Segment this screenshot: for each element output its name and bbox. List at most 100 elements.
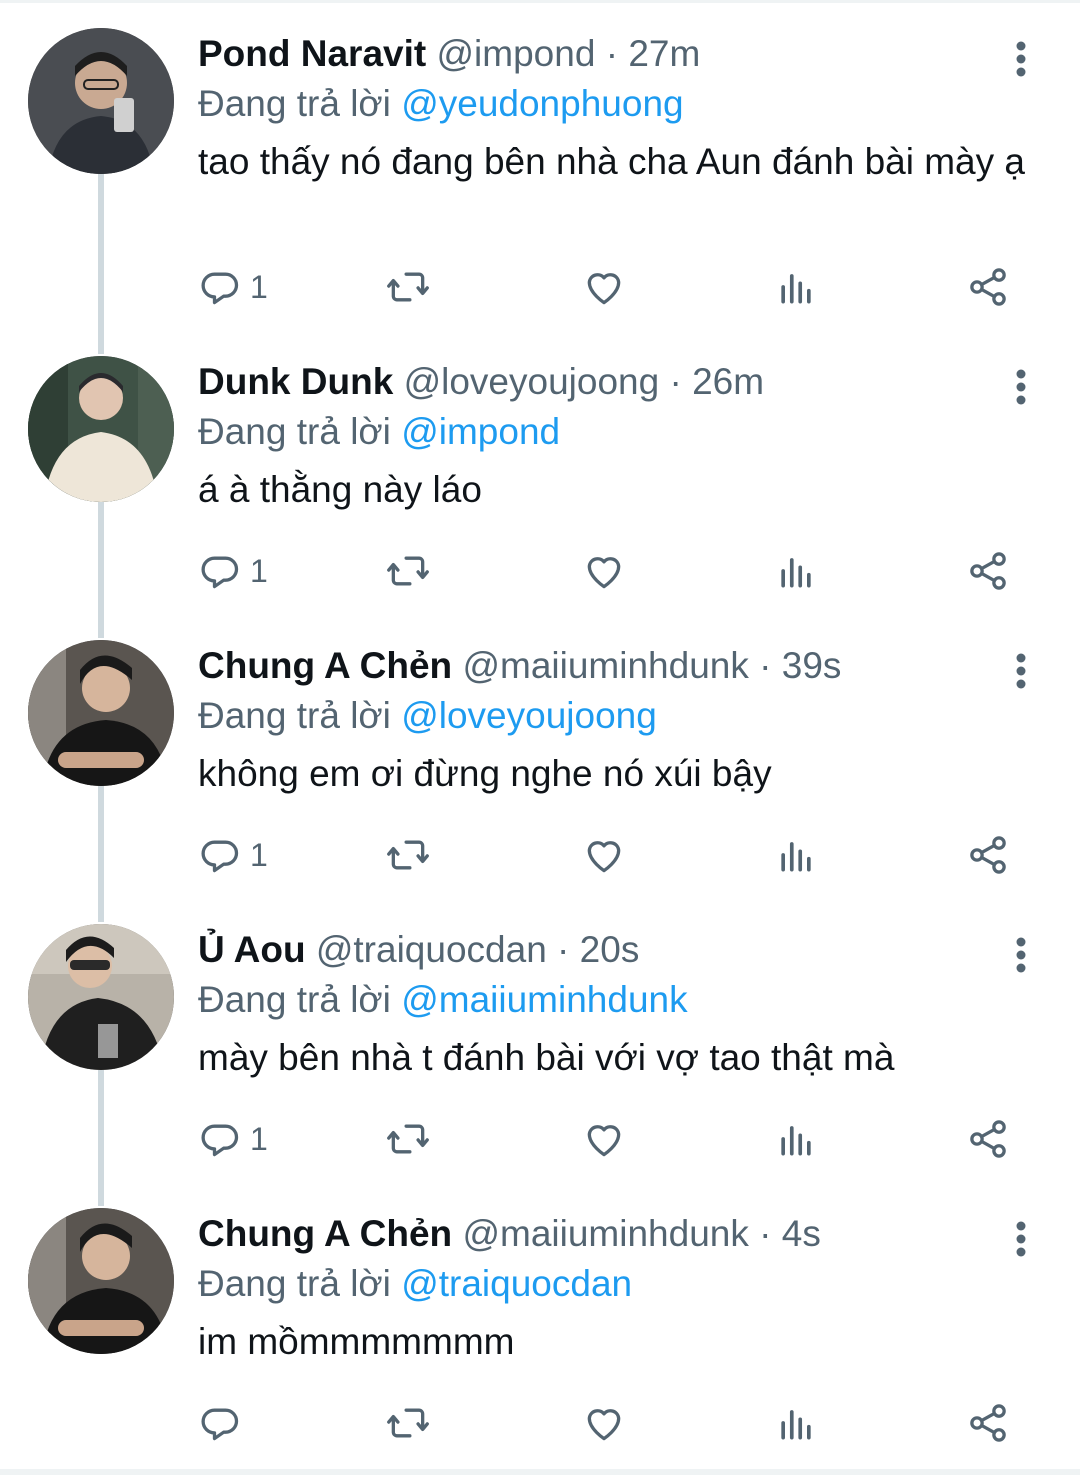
retweet-icon (387, 272, 429, 302)
reply-mention-link[interactable]: @yeudonphuong (401, 83, 683, 124)
share-button[interactable] (966, 830, 1010, 880)
tweet-actions: 1 (198, 546, 1028, 596)
reply-mention-link[interactable]: @loveyoujoong (401, 695, 657, 736)
tweet-text: á à thằng này láo (198, 469, 482, 510)
heart-icon (587, 841, 621, 873)
comment-icon (201, 840, 239, 873)
tweet-content: Dunk Dunk @loveyoujoong · 26m Đang trả l… (198, 356, 1048, 514)
tweet-header: Dunk Dunk @loveyoujoong · 26m (198, 356, 1048, 408)
heart-icon (587, 1125, 621, 1157)
reply-button[interactable] (198, 1398, 250, 1448)
more-vertical-icon (1016, 369, 1026, 405)
display-name[interactable]: Chung A Chẻn (198, 1213, 452, 1254)
reply-mention-link[interactable]: @traiquocdan (401, 1263, 632, 1304)
reply-count: 1 (250, 552, 268, 589)
replying-to-label: Đang trả lời (198, 411, 402, 452)
retweet-button[interactable] (386, 546, 430, 596)
retweet-button[interactable] (386, 1398, 430, 1448)
share-icon (970, 1120, 1006, 1158)
separator-dot: · (659, 361, 693, 402)
display-name[interactable]: Chung A Chẻn (198, 645, 452, 686)
more-options-button[interactable] (1000, 366, 1042, 408)
timestamp[interactable]: 39s (782, 645, 842, 686)
timestamp[interactable]: 20s (580, 929, 640, 970)
tweet-text: không em ơi đừng nghe nó xúi bậy (198, 753, 772, 794)
retweet-icon (387, 1124, 429, 1154)
tweet-header: Ủ Aou @traiquocdan · 20s (198, 924, 1048, 976)
avatar[interactable] (28, 356, 174, 502)
views-icon (781, 1126, 811, 1156)
handle[interactable]: @impond (437, 33, 596, 74)
timestamp[interactable]: 26m (692, 361, 764, 402)
avatar[interactable] (28, 640, 174, 786)
like-button[interactable] (582, 1398, 626, 1448)
avatar[interactable] (28, 924, 174, 1070)
reply-mention-link[interactable]: @impond (401, 411, 560, 452)
replying-to: Đang trả lời @loveyoujoong (198, 692, 1048, 740)
more-options-button[interactable] (1000, 650, 1042, 692)
separator-dot: · (546, 929, 580, 970)
like-button[interactable] (582, 262, 626, 312)
tweet-actions: 1 (198, 262, 1028, 312)
timestamp[interactable]: 4s (782, 1213, 821, 1254)
tweet[interactable]: Chung A Chẻn @maiiuminhdunk · 4s Đang tr… (0, 1208, 1080, 1458)
comment-icon (201, 556, 239, 589)
handle[interactable]: @maiiuminhdunk (462, 1213, 748, 1254)
views-icon (781, 1410, 811, 1440)
like-button[interactable] (582, 546, 626, 596)
tweet-actions: 1 (198, 1114, 1028, 1164)
avatar[interactable] (28, 28, 174, 174)
share-button[interactable] (966, 1114, 1010, 1164)
replying-to: Đang trả lời @yeudonphuong (198, 80, 1048, 128)
retweet-button[interactable] (386, 262, 430, 312)
retweet-button[interactable] (386, 830, 430, 880)
retweet-button[interactable] (386, 1114, 430, 1164)
views-button[interactable] (774, 546, 818, 596)
replying-to-label: Đang trả lời (198, 979, 402, 1020)
reply-mention-link[interactable]: @maiiuminhdunk (401, 979, 687, 1020)
display-name[interactable]: Ủ Aou (198, 929, 306, 970)
views-button[interactable] (774, 1114, 818, 1164)
reply-count: 1 (250, 1120, 268, 1157)
like-button[interactable] (582, 1114, 626, 1164)
handle[interactable]: @loveyoujoong (404, 361, 660, 402)
share-button[interactable] (966, 546, 1010, 596)
tweet[interactable]: Ủ Aou @traiquocdan · 20s Đang trả lời @m… (0, 924, 1080, 1184)
tweet-header: Chung A Chẻn @maiiuminhdunk · 39s (198, 640, 1048, 692)
replying-to-label: Đang trả lời (198, 695, 402, 736)
separator-dot: · (748, 1213, 782, 1254)
tweet[interactable]: Pond Naravit @impond · 27m Đang trả lời … (0, 28, 1080, 328)
reply-button[interactable]: 1 (198, 546, 268, 596)
display-name[interactable]: Pond Naravit (198, 33, 426, 74)
more-options-button[interactable] (1000, 38, 1042, 80)
replying-to: Đang trả lời @impond (198, 408, 1048, 456)
views-button[interactable] (774, 1398, 818, 1448)
retweet-icon (387, 840, 429, 870)
reply-button[interactable]: 1 (198, 1114, 268, 1164)
display-name[interactable]: Dunk Dunk (198, 361, 393, 402)
tweet[interactable]: Dunk Dunk @loveyoujoong · 26m Đang trả l… (0, 356, 1080, 616)
tweet-header: Pond Naravit @impond · 27m (198, 28, 1048, 80)
timestamp[interactable]: 27m (628, 33, 700, 74)
tweet-actions (198, 1398, 1028, 1448)
share-button[interactable] (966, 262, 1010, 312)
tweet[interactable]: Chung A Chẻn @maiiuminhdunk · 39s Đang t… (0, 640, 1080, 900)
handle[interactable]: @maiiuminhdunk (462, 645, 748, 686)
avatar[interactable] (28, 1208, 174, 1354)
like-button[interactable] (582, 830, 626, 880)
replying-to-label: Đang trả lời (198, 1263, 402, 1304)
views-button[interactable] (774, 830, 818, 880)
more-vertical-icon (1016, 937, 1026, 973)
reply-button[interactable]: 1 (198, 262, 268, 312)
reply-button[interactable]: 1 (198, 830, 268, 880)
views-button[interactable] (774, 262, 818, 312)
replying-to: Đang trả lời @maiiuminhdunk (198, 976, 1048, 1024)
separator-dot: · (595, 33, 629, 74)
more-options-button[interactable] (1000, 934, 1042, 976)
handle[interactable]: @traiquocdan (316, 929, 547, 970)
share-icon (970, 268, 1006, 306)
share-button[interactable] (966, 1398, 1010, 1448)
top-divider (0, 0, 1080, 3)
heart-icon (587, 273, 621, 305)
more-options-button[interactable] (1000, 1218, 1042, 1260)
